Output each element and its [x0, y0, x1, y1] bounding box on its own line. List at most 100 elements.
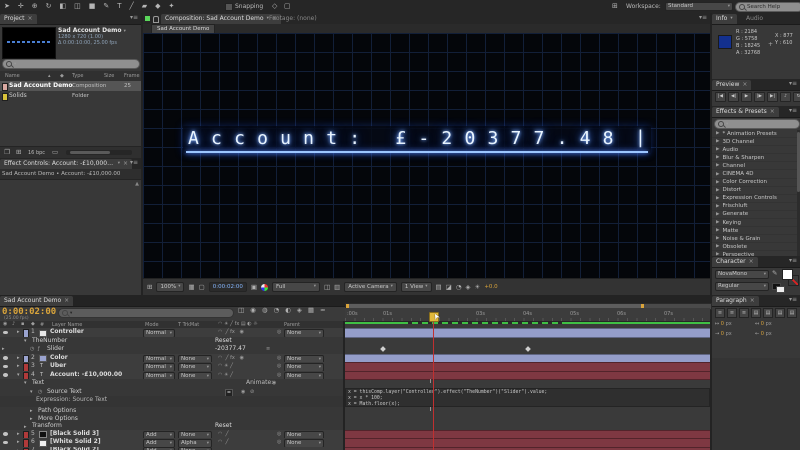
tab-effects-presets[interactable]: Effects & Presets ×: [712, 107, 779, 117]
trkmat-column-label[interactable]: T TrkMat: [178, 322, 199, 328]
camera-tool-icon[interactable]: ◧: [60, 0, 67, 13]
parent-pickwhip-icon[interactable]: ◎: [277, 438, 281, 447]
selection-tool-icon[interactable]: ➤: [4, 0, 10, 13]
justify-last-right-button[interactable]: ▤: [775, 308, 785, 318]
col-type[interactable]: Type: [72, 73, 83, 79]
font-family-dropdown[interactable]: NovaMono ▾: [715, 270, 769, 279]
tab-paragraph[interactable]: Paragraph ×: [712, 296, 759, 306]
expression-pickwhip-icon[interactable]: ⊘: [250, 388, 254, 397]
zoom-tool-icon[interactable]: ⊕: [32, 0, 38, 13]
timeline-search-input[interactable]: ▾: [58, 308, 234, 318]
parent-pickwhip-icon[interactable]: ◎: [277, 371, 281, 380]
space-after-field[interactable]: ← 0 px: [755, 331, 795, 337]
camera-dropdown[interactable]: Active Camera ▾: [344, 282, 397, 292]
layer-name[interactable]: [Black Solid 3]: [50, 430, 99, 439]
brainstorm-icon[interactable]: ◈: [297, 307, 302, 314]
twirl-icon[interactable]: ▸: [17, 430, 20, 438]
twirl-icon[interactable]: ▾: [24, 337, 27, 345]
twirl-icon[interactable]: ▾: [24, 379, 27, 387]
project-row-comp[interactable]: Sad Account Demo Composition 25: [0, 81, 141, 91]
exposure-value[interactable]: +0.0: [484, 284, 497, 290]
transparency-grid-icon[interactable]: ▥: [334, 284, 340, 291]
expression-label[interactable]: Expression: Source Text: [36, 396, 107, 405]
layer-name[interactable]: Uber: [50, 362, 66, 371]
reset-link[interactable]: Reset: [215, 337, 232, 346]
align-right-button[interactable]: ≡: [739, 308, 749, 318]
layer-name-column-label[interactable]: Layer Name: [52, 322, 82, 328]
pan-behind-tool-icon[interactable]: ◫: [74, 0, 81, 13]
space-after-value[interactable]: 0: [761, 331, 764, 337]
panel-menu-icon[interactable]: ▾≡: [789, 106, 797, 116]
next-frame-button[interactable]: |▶: [754, 92, 765, 102]
frame-blending-icon[interactable]: ◔: [274, 307, 280, 314]
source-text-keyframe-icon[interactable]: I: [430, 379, 431, 385]
help-search-input[interactable]: Search Help: [735, 2, 800, 12]
panel-menu-icon[interactable]: ▾≡: [699, 13, 707, 23]
eye-icon[interactable]: [3, 364, 8, 368]
eye-icon[interactable]: [3, 356, 8, 360]
panel-menu-icon[interactable]: ▾≡: [130, 158, 138, 168]
twirl-icon[interactable]: ▶: [716, 228, 719, 233]
panel-menu-icon[interactable]: ▾≡: [789, 295, 797, 305]
layer-switches[interactable]: ◠ ╱ fx ◉: [218, 328, 244, 337]
tab-info[interactable]: Info ▾: [712, 14, 737, 24]
comp-flowchart-icon[interactable]: ◫: [238, 307, 244, 314]
align-center-button[interactable]: ≡: [727, 308, 737, 318]
group-name[interactable]: Text: [32, 379, 44, 388]
snapping-checkbox[interactable]: [225, 3, 233, 11]
keyframe-icon[interactable]: [525, 346, 531, 352]
resolution-dropdown[interactable]: Full ▾: [271, 282, 320, 292]
trkmat-dropdown[interactable]: None▾: [178, 446, 212, 450]
layer-bar-account[interactable]: [345, 370, 710, 380]
twirl-icon[interactable]: ▾: [30, 388, 33, 396]
first-frame-button[interactable]: |◀: [715, 92, 726, 102]
property-name[interactable]: Slider: [47, 345, 64, 354]
panel-menu-icon[interactable]: ▾≡: [789, 79, 797, 89]
bit-depth-label[interactable]: 16 bpc: [28, 150, 45, 156]
last-frame-button[interactable]: ▶|: [767, 92, 778, 102]
mask-visibility-icon[interactable]: ▢: [199, 284, 205, 291]
layer-switches[interactable]: ◠ ╱: [218, 438, 229, 447]
comp-label-chip[interactable]: [2, 82, 8, 91]
twirl-icon[interactable]: ▶: [716, 196, 719, 201]
source-text-keyframe-icon[interactable]: I: [430, 407, 431, 413]
twirl-icon[interactable]: ▸: [17, 362, 20, 370]
category-row[interactable]: ▶ Obsolete: [712, 243, 797, 252]
layer-name[interactable]: Controller: [50, 328, 84, 337]
layer-bar-black-solid-2[interactable]: [345, 446, 710, 450]
align-left-button[interactable]: ≡: [715, 308, 725, 318]
tab-footage[interactable]: Footage: (none): [265, 14, 321, 24]
parent-pickwhip-icon[interactable]: ◎: [277, 354, 281, 363]
twirl-icon[interactable]: ▶: [716, 236, 719, 241]
category-row[interactable]: ▶ Distort: [712, 187, 797, 195]
grid-guides-icon[interactable]: ▦: [188, 284, 194, 291]
playhead-line[interactable]: [433, 320, 434, 450]
category-row[interactable]: ▶ Audio: [712, 146, 797, 155]
type-tool-icon[interactable]: T: [117, 0, 121, 13]
twirl-icon[interactable]: ▶: [716, 244, 719, 249]
twirl-icon[interactable]: ▶: [716, 163, 719, 168]
close-icon[interactable]: ×: [64, 296, 69, 306]
close-icon[interactable]: ×: [28, 14, 33, 24]
h-scrollbar-track[interactable]: [66, 150, 132, 155]
eye-icon[interactable]: [3, 373, 8, 377]
indent-right-value[interactable]: 0: [761, 321, 764, 327]
twirl-icon[interactable]: ▸: [30, 407, 33, 415]
tab-audio[interactable]: Audio: [742, 14, 767, 24]
fullscreen-icon[interactable]: ▢: [284, 0, 291, 13]
justify-last-center-button[interactable]: ▤: [763, 308, 773, 318]
expression-menu-icon[interactable]: ≡: [266, 345, 270, 354]
viewer-timecode[interactable]: 0:00:02:00: [208, 282, 247, 292]
twirl-icon[interactable]: ▶: [716, 139, 719, 144]
prev-frame-button[interactable]: ◀|: [728, 92, 739, 102]
eraser-tool-icon[interactable]: ◆: [155, 0, 160, 13]
col-size[interactable]: Size: [104, 73, 114, 79]
close-icon[interactable]: ×: [742, 80, 747, 90]
category-row[interactable]: ▶ Keying: [712, 219, 797, 228]
font-style-dropdown[interactable]: Regular ▾: [715, 282, 769, 291]
indent-left-field[interactable]: ↦ 0 px: [715, 321, 755, 327]
parent-column-label[interactable]: Parent: [284, 322, 300, 328]
category-row[interactable]: ▶ CINEMA 4D: [712, 170, 797, 179]
layer-name[interactable]: Color: [50, 354, 68, 363]
twirl-icon[interactable]: ▶: [716, 172, 719, 177]
